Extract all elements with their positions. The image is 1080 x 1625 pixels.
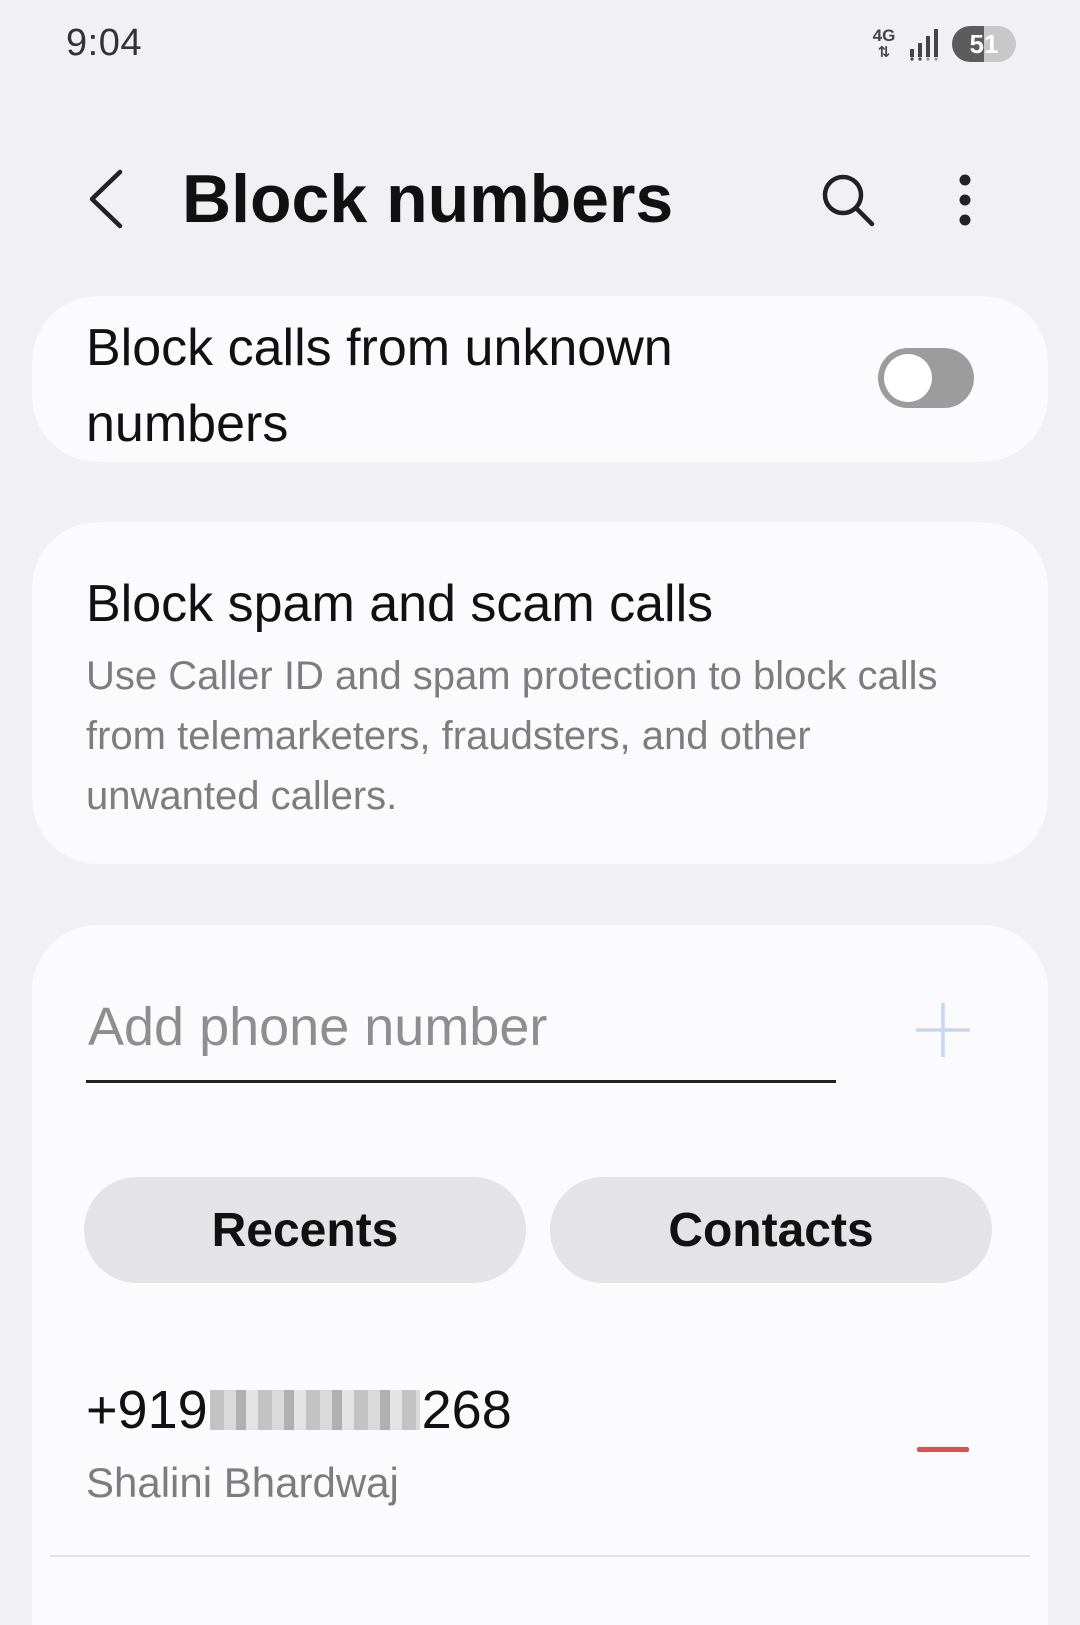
unknown-numbers-card[interactable]: Block calls from unknown numbers [32, 296, 1048, 462]
blocked-number: +919 268 [86, 1379, 512, 1441]
blocked-numbers-card: Recents Contacts +919 268 Shalini Bhardwa… [32, 925, 1048, 1625]
unknown-numbers-toggle[interactable] [878, 348, 974, 408]
battery-icon: 51 [952, 26, 1016, 62]
back-button[interactable] [76, 164, 136, 234]
recents-button[interactable]: Recents [84, 1177, 526, 1283]
contacts-button[interactable]: Contacts [550, 1177, 992, 1283]
spam-calls-card[interactable]: Block spam and scam calls Use Caller ID … [32, 522, 1048, 864]
more-options-button[interactable] [940, 168, 990, 232]
unknown-numbers-label: Block calls from unknown numbers [86, 319, 673, 453]
add-number-button[interactable] [908, 995, 978, 1065]
remove-icon [917, 1446, 969, 1452]
blocked-contact-name: Shalini Bhardwaj [86, 1459, 399, 1506]
spam-calls-description: Use Caller ID and spam protection to blo… [86, 654, 938, 818]
status-icons: 4G ⇅ 51 [870, 26, 1016, 62]
battery-level: 51 [969, 28, 999, 59]
redacted-digits [209, 1389, 420, 1430]
status-bar: 9:04 4G ⇅ 51 [0, 0, 1080, 90]
list-item[interactable]: +919 268 Shalini Bhardwaj [32, 1375, 1048, 1555]
network-4g-icon: 4G ⇅ [872, 25, 896, 61]
list-divider [50, 1555, 1030, 1557]
back-arrow-icon [89, 169, 123, 229]
status-time: 9:04 [66, 22, 142, 64]
toggle-knob [884, 354, 932, 402]
plus-icon [916, 1003, 970, 1057]
number-prefix: +919 [86, 1380, 208, 1440]
add-phone-number-input[interactable] [86, 987, 836, 1083]
number-suffix: 268 [421, 1380, 512, 1440]
signal-icon [910, 29, 938, 61]
search-icon [822, 174, 875, 227]
spam-calls-title: Block spam and scam calls [86, 575, 714, 633]
more-vert-icon [959, 174, 971, 226]
search-button[interactable] [816, 168, 880, 232]
page-title: Block numbers [182, 161, 674, 237]
app-header: Block numbers [0, 150, 1080, 260]
remove-number-button[interactable] [908, 1419, 978, 1479]
